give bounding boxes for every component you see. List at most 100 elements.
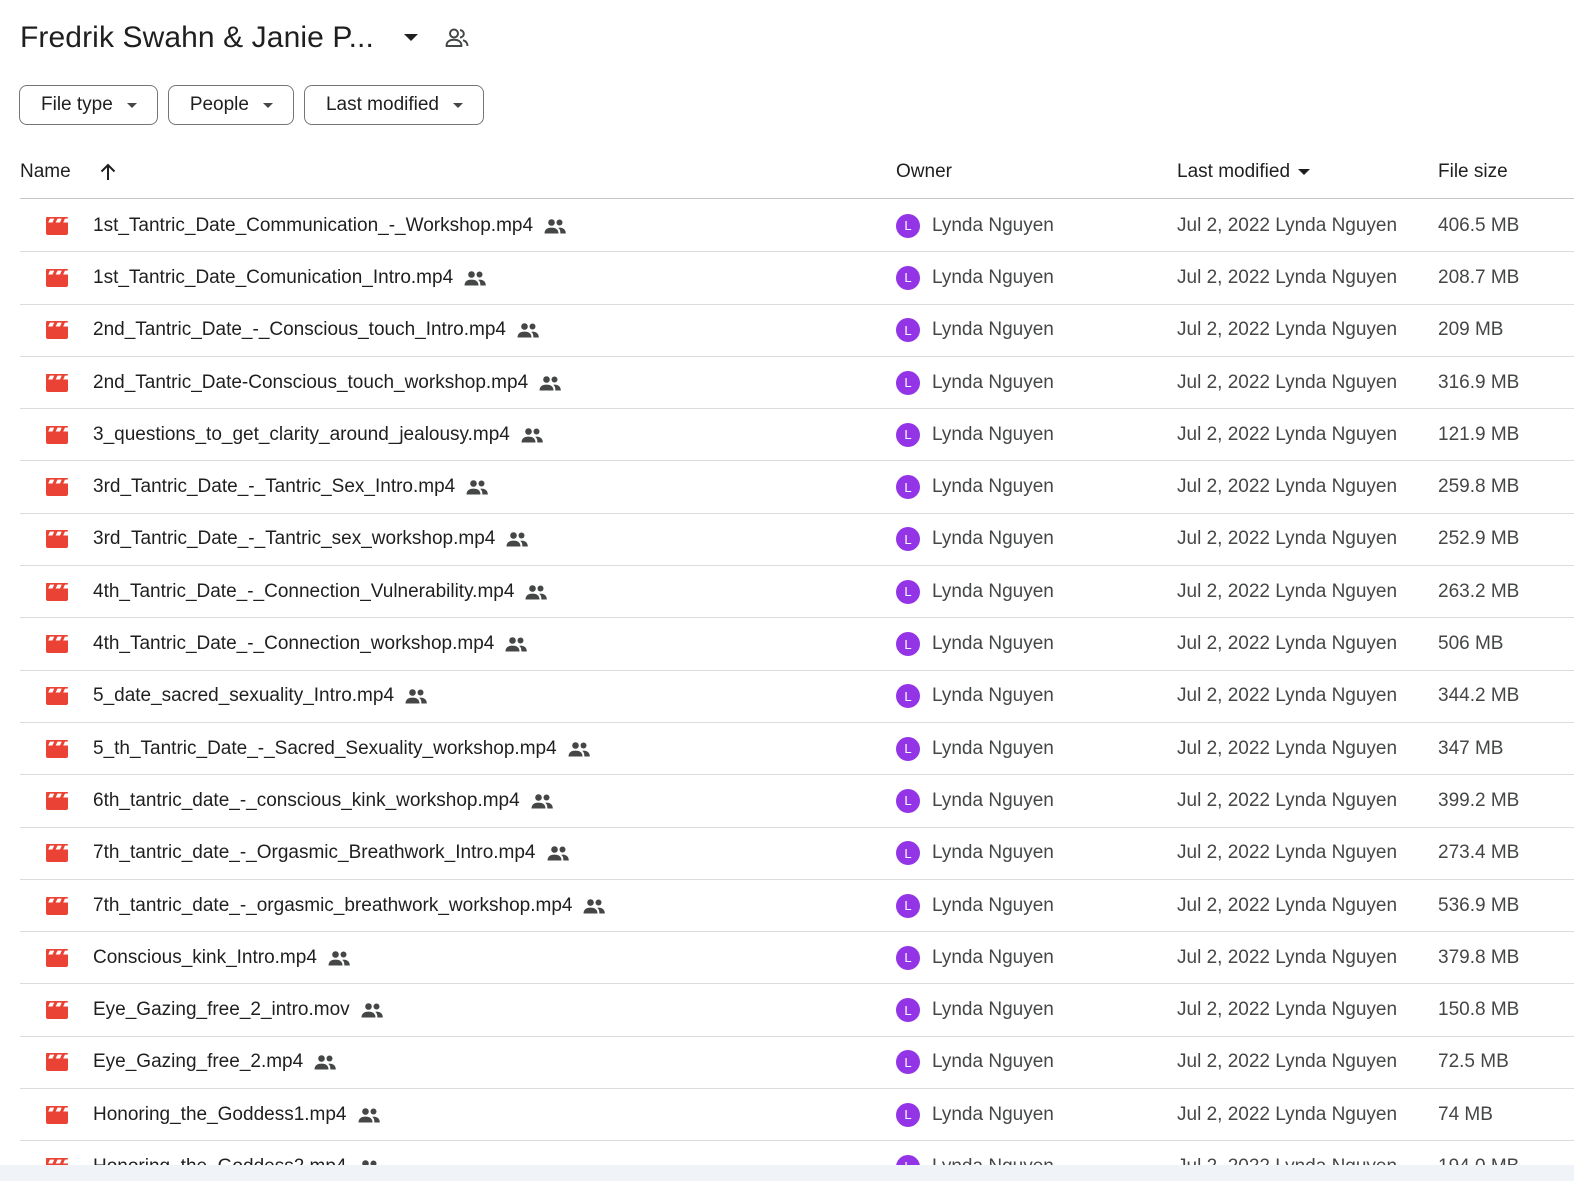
file-size-cell: 344.2 MB <box>1438 671 1519 722</box>
table-row[interactable]: Eye_Gazing_free_2_intro.mov L Lynda Nguy… <box>20 984 1574 1037</box>
owner-name: Lynda Nguyen <box>932 633 1054 655</box>
table-row[interactable]: 6th_tantric_date_-_conscious_kink_worksh… <box>20 775 1574 828</box>
table-row[interactable]: Eye_Gazing_free_2.mp4 L Lynda Nguyen Jul… <box>20 1037 1574 1090</box>
file-size-text: 209 MB <box>1438 319 1504 341</box>
table-row[interactable]: 4th_Tantric_Date_-_Connection_Vulnerabil… <box>20 566 1574 619</box>
owner-name: Lynda Nguyen <box>932 946 1054 968</box>
last-modified-filter[interactable]: Last modified <box>303 85 484 125</box>
file-name-cell[interactable]: 5_date_sacred_sexuality_Intro.mp4 <box>93 671 428 722</box>
file-name-cell[interactable]: Eye_Gazing_free_2.mp4 <box>93 1037 337 1088</box>
file-size-cell: 347 MB <box>1438 723 1503 774</box>
file-name-cell[interactable]: Conscious_kink_Intro.mp4 <box>93 932 351 983</box>
file-name-cell[interactable]: 2nd_Tantric_Date_-_Conscious_touch_Intro… <box>93 305 540 356</box>
arrow-up-icon[interactable] <box>99 163 117 181</box>
last-modified-text: Jul 2, 2022 Lynda Nguyen <box>1177 1051 1398 1073</box>
file-name-cell[interactable]: 7th_tantric_date_-_Orgasmic_Breathwork_I… <box>93 828 570 879</box>
file-name-cell[interactable]: 1st_Tantric_Date_Comunication_Intro.mp4 <box>93 252 487 303</box>
table-row[interactable]: 3rd_Tantric_Date_-_Tantric_Sex_Intro.mp4… <box>20 461 1574 514</box>
last-modified-cell: Jul 2, 2022 Lynda Nguyen <box>1177 1037 1397 1088</box>
avatar: L <box>896 370 920 395</box>
table-row[interactable]: 2nd_Tantric_Date-Conscious_touch_worksho… <box>20 357 1574 410</box>
file-size-text: 506 MB <box>1438 633 1504 655</box>
file-size-text: 273.4 MB <box>1438 842 1520 864</box>
people-outline-icon[interactable] <box>442 23 472 53</box>
last-modified-column-header[interactable]: Last modified <box>1177 161 1311 183</box>
table-row[interactable]: 4th_Tantric_Date_-_Connection_workshop.m… <box>20 618 1574 671</box>
table-row[interactable]: 2nd_Tantric_Date_-_Conscious_touch_Intro… <box>20 305 1574 357</box>
folder-title[interactable]: Fredrik Swahn & Janie P... <box>20 21 374 55</box>
owner-cell: L Lynda Nguyen <box>896 1037 1054 1088</box>
file-size-cell: 150.8 MB <box>1438 984 1519 1035</box>
last-modified-cell: Jul 2, 2022 Lynda Nguyen <box>1177 461 1397 512</box>
last-modified-cell: Jul 2, 2022 Lynda Nguyen <box>1177 828 1397 879</box>
file-name-cell[interactable]: 6th_tantric_date_-_conscious_kink_worksh… <box>93 775 554 826</box>
file-size-cell: 252.9 MB <box>1438 514 1519 565</box>
last-modified-text: Jul 2, 2022 Lynda Nguyen <box>1177 319 1398 341</box>
last-modified-cell: Jul 2, 2022 Lynda Nguyen <box>1177 932 1397 983</box>
file-name-cell[interactable]: Honoring_the_Goddess2.mp4 <box>93 1141 381 1165</box>
name-column-header[interactable]: Name <box>20 161 117 183</box>
file-name-cell[interactable]: 1st_Tantric_Date_Communication_-_Worksho… <box>93 200 567 251</box>
chevron-down-icon <box>262 102 273 108</box>
table-row[interactable]: 5_th_Tantric_Date_-_Sacred_Sexuality_wor… <box>20 723 1574 776</box>
shared-people-icon <box>567 741 591 757</box>
table-row[interactable]: Conscious_kink_Intro.mp4 L Lynda Nguyen … <box>20 932 1574 985</box>
video-file-icon <box>46 671 68 722</box>
file-name-cell[interactable]: 2nd_Tantric_Date-Conscious_touch_worksho… <box>93 357 562 408</box>
file-size-cell: 194.0 MB <box>1438 1141 1519 1165</box>
file-name-cell[interactable]: 3rd_Tantric_Date_-_Tantric_Sex_Intro.mp4 <box>93 461 489 512</box>
table-row[interactable]: Honoring_the_Goddess1.mp4 L Lynda Nguyen… <box>20 1089 1574 1142</box>
table-row[interactable]: Honoring_the_Goddess2.mp4 L Lynda Nguyen… <box>20 1141 1574 1165</box>
file-name-cell[interactable]: 3_questions_to_get_clarity_around_jealou… <box>93 409 544 460</box>
file-size-cell: 536.9 MB <box>1438 880 1519 931</box>
file-size-text: 121.9 MB <box>1438 423 1520 445</box>
table-row[interactable]: 1st_Tantric_Date_Communication_-_Worksho… <box>20 200 1574 253</box>
file-name-cell[interactable]: Eye_Gazing_free_2_intro.mov <box>93 984 384 1035</box>
file-name: 6th_tantric_date_-_conscious_kink_worksh… <box>93 789 520 811</box>
video-file-icon <box>46 1141 68 1165</box>
people-filter[interactable]: People <box>167 85 294 125</box>
file-name-cell[interactable]: 4th_Tantric_Date_-_Connection_Vulnerabil… <box>93 566 548 617</box>
table-row[interactable]: 7th_tantric_date_-_Orgasmic_Breathwork_I… <box>20 828 1574 880</box>
owner-cell: L Lynda Nguyen <box>896 828 1054 879</box>
video-file-icon <box>46 461 68 512</box>
table-row[interactable]: 1st_Tantric_Date_Comunication_Intro.mp4 … <box>20 252 1574 305</box>
avatar: L <box>896 1154 920 1165</box>
people-filter-label: People <box>189 94 249 115</box>
table-row[interactable]: 3_questions_to_get_clarity_around_jealou… <box>20 409 1574 462</box>
caret-down-icon[interactable] <box>396 23 426 53</box>
table-row[interactable]: 5_date_sacred_sexuality_Intro.mp4 L Lynd… <box>20 671 1574 723</box>
video-file-icon <box>46 566 68 617</box>
shared-people-icon <box>543 218 567 234</box>
file-size-cell: 399.2 MB <box>1438 775 1519 826</box>
last-modified-text: Jul 2, 2022 Lynda Nguyen <box>1177 1103 1398 1125</box>
video-file-icon <box>46 932 68 983</box>
table-row[interactable]: 7th_tantric_date_-_orgasmic_breathwork_w… <box>20 880 1574 933</box>
owner-cell: L Lynda Nguyen <box>896 566 1054 617</box>
file-name-cell[interactable]: Honoring_the_Goddess1.mp4 <box>93 1089 381 1140</box>
shared-people-icon <box>360 1002 384 1018</box>
owner-name: Lynda Nguyen <box>932 528 1054 550</box>
folder-header: Fredrik Swahn & Janie P... <box>20 16 472 60</box>
last-modified-cell: Jul 2, 2022 Lynda Nguyen <box>1177 671 1397 722</box>
owner-cell: L Lynda Nguyen <box>896 1141 1054 1165</box>
file-name-cell[interactable]: 3rd_Tantric_Date_-_Tantric_sex_workshop.… <box>93 514 529 565</box>
file-name-cell[interactable]: 4th_Tantric_Date_-_Connection_workshop.m… <box>93 618 528 669</box>
file-size-cell: 209 MB <box>1438 305 1503 356</box>
shared-people-icon <box>530 793 554 809</box>
file-size-text: 150.8 MB <box>1438 999 1520 1021</box>
file-name-cell[interactable]: 7th_tantric_date_-_orgasmic_breathwork_w… <box>93 880 606 931</box>
shared-people-icon <box>404 688 428 704</box>
last-modified-cell: Jul 2, 2022 Lynda Nguyen <box>1177 984 1397 1035</box>
file-size-text: 536.9 MB <box>1438 894 1520 916</box>
table-row[interactable]: 3rd_Tantric_Date_-_Tantric_sex_workshop.… <box>20 514 1574 567</box>
owner-name: Lynda Nguyen <box>932 789 1054 811</box>
owner-name: Lynda Nguyen <box>932 371 1054 393</box>
file-size-text: 194.0 MB <box>1438 1156 1519 1165</box>
owner-name: Lynda Nguyen <box>932 1103 1054 1125</box>
last-modified-cell: Jul 2, 2022 Lynda Nguyen <box>1177 566 1397 617</box>
file-name-cell[interactable]: 5_th_Tantric_Date_-_Sacred_Sexuality_wor… <box>93 723 591 774</box>
video-file-icon <box>46 618 68 669</box>
shared-people-icon <box>465 479 489 495</box>
file-type-filter[interactable]: File type <box>19 85 158 125</box>
